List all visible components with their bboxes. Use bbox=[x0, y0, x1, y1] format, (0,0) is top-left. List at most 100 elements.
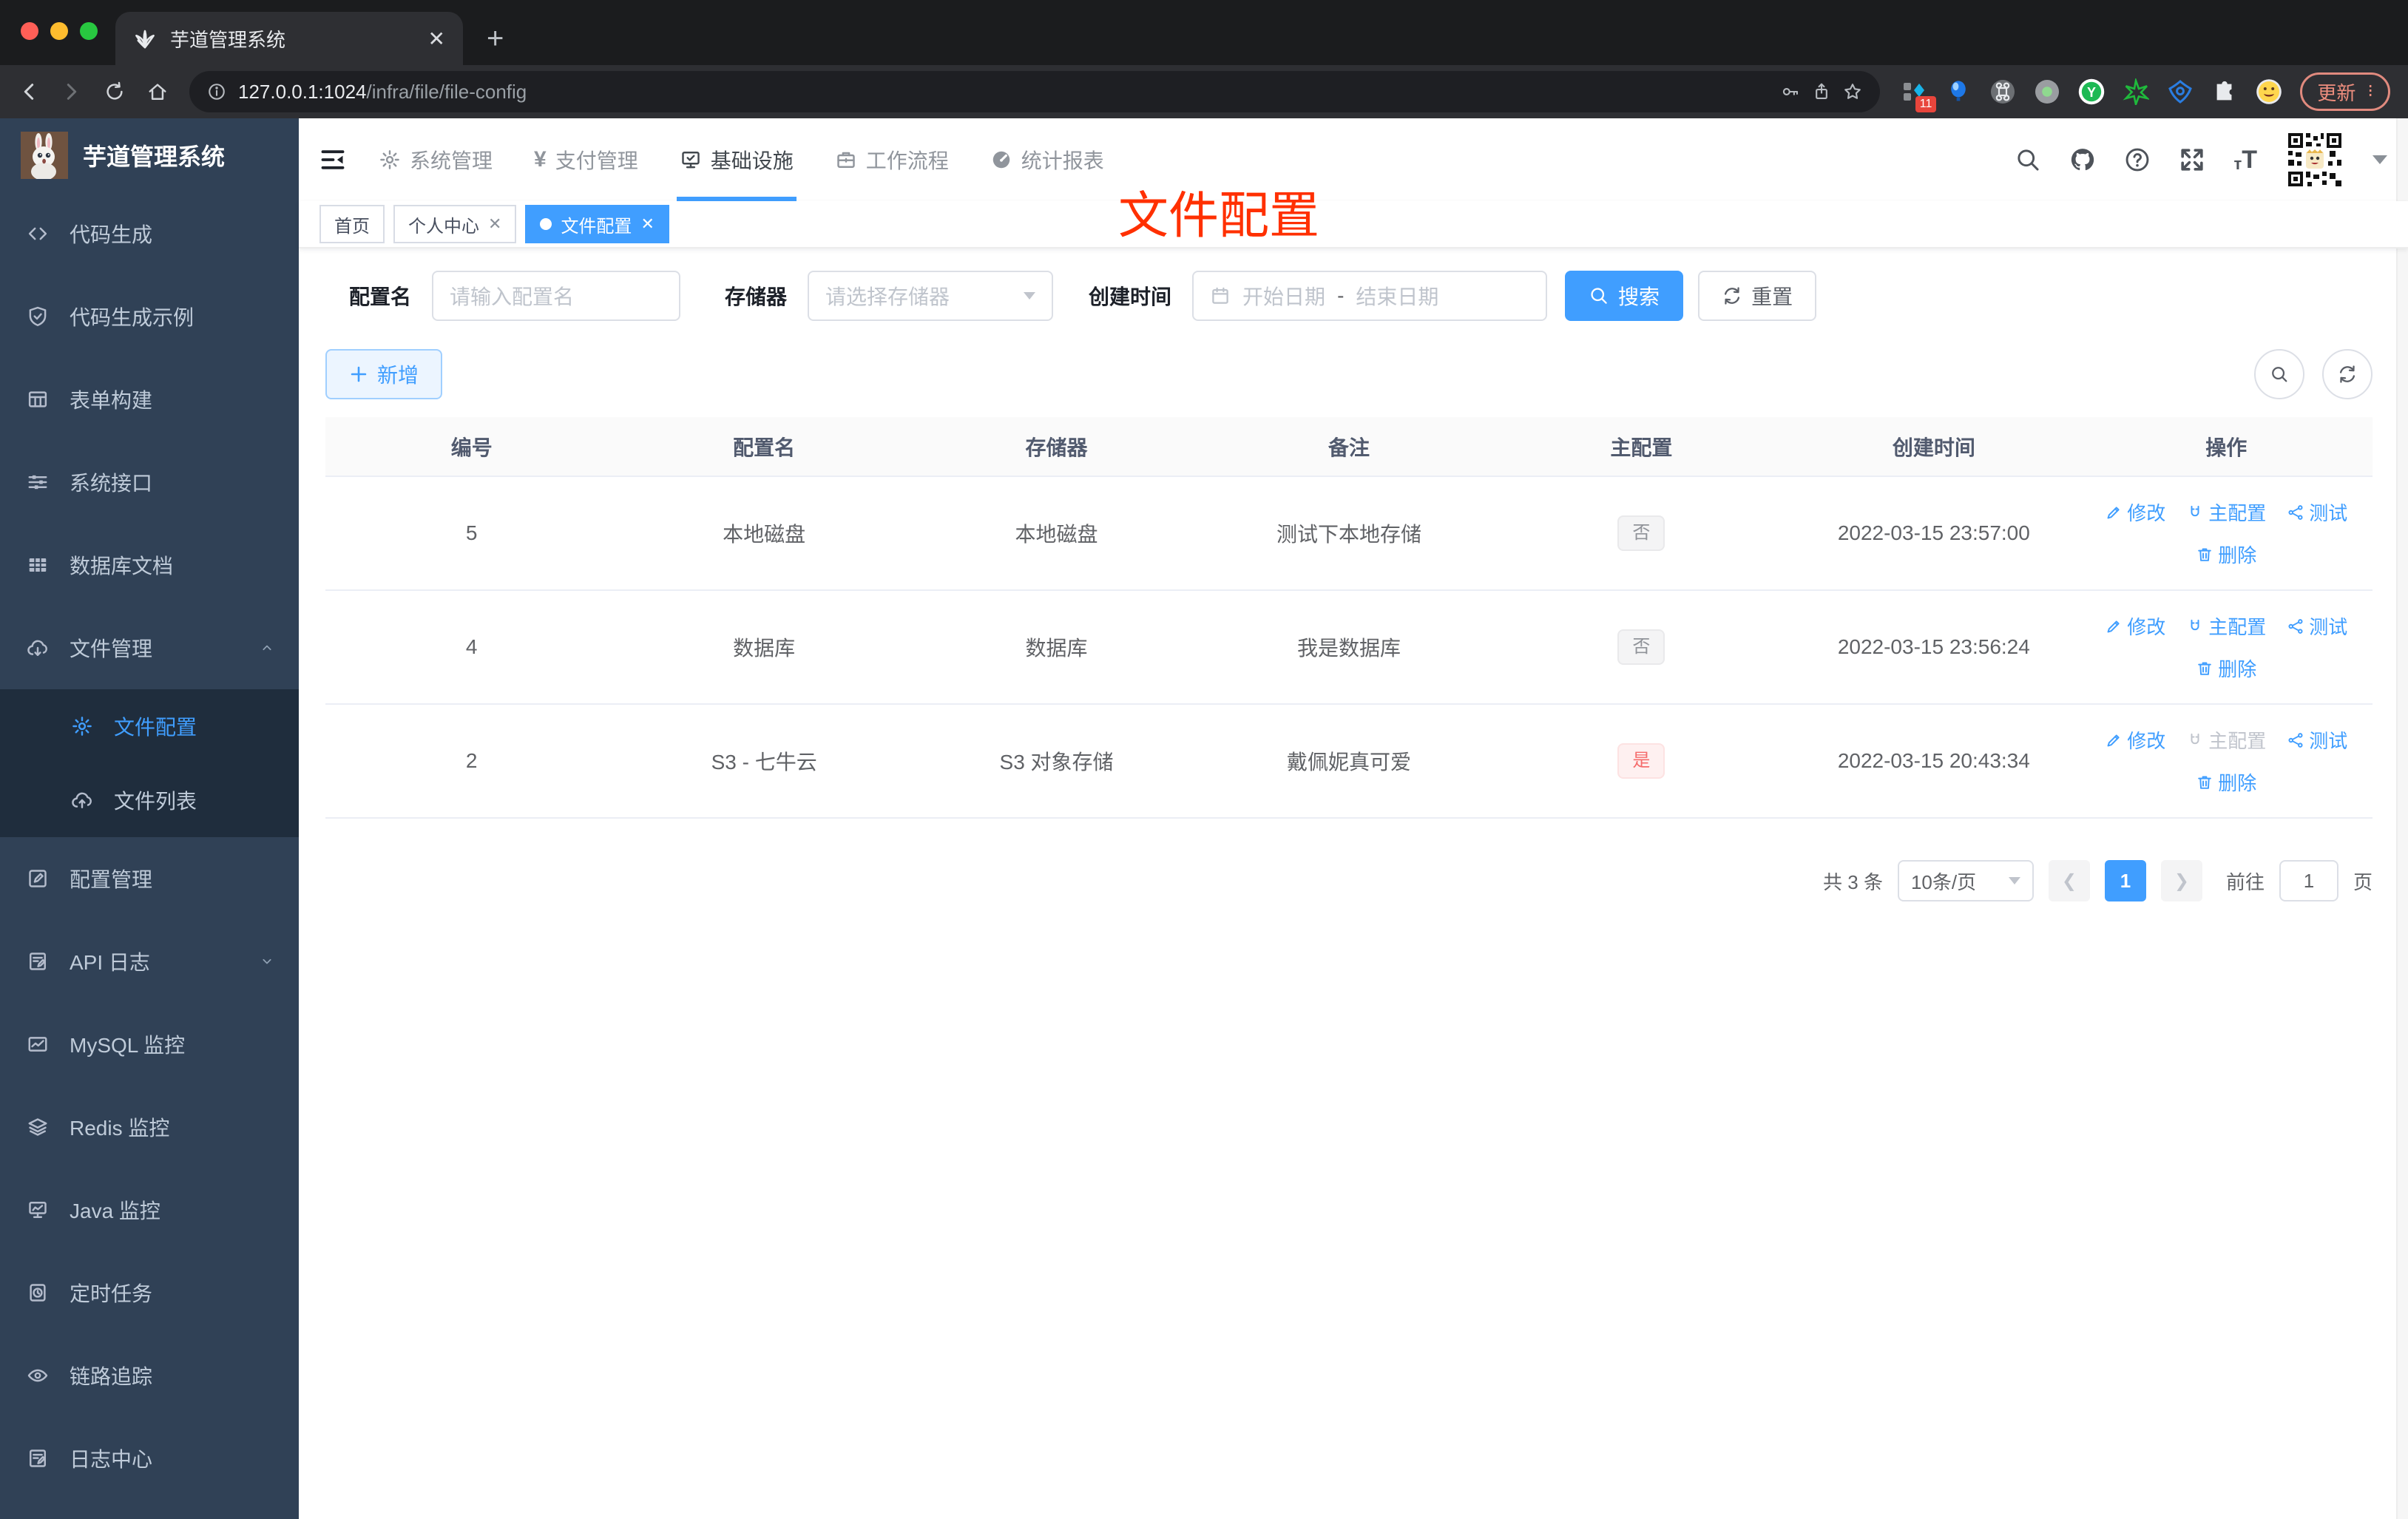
sidebar-item-label: 数据库文档 bbox=[70, 555, 174, 578]
sidebar-item[interactable]: 定时任务 bbox=[0, 1251, 299, 1334]
sidebar-item[interactable]: 表单构建 bbox=[0, 358, 299, 441]
sidebar-item[interactable]: 配置管理 bbox=[0, 837, 299, 920]
topnav-item[interactable]: 统计报表 bbox=[970, 118, 1125, 201]
y-ext-icon[interactable]: Y bbox=[2078, 78, 2105, 105]
star-ext-icon[interactable] bbox=[2123, 78, 2150, 105]
puzzle-ext-icon[interactable] bbox=[2211, 78, 2238, 105]
topnav-item[interactable]: 工作流程 bbox=[814, 118, 970, 201]
master-status-badge: 是 bbox=[1617, 743, 1665, 779]
sidebar-item-label: Redis 监控 bbox=[70, 1117, 170, 1140]
table-row: 5 本地磁盘 本地磁盘 测试下本地存储否 2022-03-15 23:57:00 修改 主配… bbox=[325, 476, 2373, 591]
sidebar-item[interactable]: 数据库文档 bbox=[0, 524, 299, 606]
tag-close-icon[interactable]: ✕ bbox=[640, 214, 654, 234]
sidebar-item[interactable]: API 日志 bbox=[0, 920, 299, 1003]
sidebar-item[interactable]: MySQL 监控 bbox=[0, 1003, 299, 1086]
browser-tab[interactable]: 芋道管理系统 ✕ bbox=[115, 12, 463, 65]
action-magnet-link[interactable]: 主配置 bbox=[2186, 498, 2266, 526]
sidebar-subitem[interactable]: 文件配置 bbox=[0, 689, 299, 763]
forward-icon[interactable] bbox=[61, 81, 83, 103]
sidebar-item[interactable]: Redis 监控 bbox=[0, 1086, 299, 1168]
sidebar-collapse-icon[interactable] bbox=[319, 146, 346, 173]
scrollbar[interactable] bbox=[2396, 118, 2408, 1519]
github-icon[interactable] bbox=[2069, 146, 2096, 173]
tag-view[interactable]: 文件配置 ✕ bbox=[525, 205, 669, 243]
search-icon[interactable] bbox=[2015, 146, 2041, 173]
bookmark-star-icon[interactable] bbox=[1843, 82, 1862, 101]
share-nodes-icon bbox=[2287, 731, 2304, 749]
action-pencil-link[interactable]: 修改 bbox=[2105, 726, 2165, 754]
action-trash-link[interactable]: 删除 bbox=[2196, 541, 2256, 568]
emoji-ext-icon[interactable] bbox=[2256, 78, 2282, 105]
next-page-button[interactable]: ❯ bbox=[2160, 860, 2202, 901]
topnav-item[interactable]: 系统管理 bbox=[358, 118, 513, 201]
user-dropdown-caret-icon[interactable] bbox=[2373, 155, 2387, 164]
sidebar-item-label: API 日志 bbox=[70, 951, 150, 974]
action-magnet-link[interactable]: 主配置 bbox=[2186, 726, 2266, 754]
sidebar-item[interactable]: Java 监控 bbox=[0, 1168, 299, 1251]
log-edit-icon bbox=[27, 1447, 49, 1469]
sidebar-subitem[interactable]: 文件列表 bbox=[0, 763, 299, 837]
page-size-select[interactable]: 10条/页 bbox=[1897, 860, 2034, 901]
tag-view[interactable]: 个人中心 ✕ bbox=[393, 205, 517, 243]
help-icon[interactable] bbox=[2124, 146, 2151, 173]
action-trash-link[interactable]: 删除 bbox=[2196, 768, 2256, 796]
tag-close-icon[interactable]: ✕ bbox=[488, 214, 501, 234]
table-search-toggle-button[interactable] bbox=[2254, 349, 2304, 399]
pencil-icon bbox=[2105, 731, 2123, 749]
tag-view[interactable]: 首页 bbox=[319, 205, 385, 243]
action-pencil-link[interactable]: 修改 bbox=[2105, 498, 2165, 526]
date-range-picker[interactable]: 开始日期 - 结束日期 bbox=[1192, 271, 1548, 321]
target-ext-icon[interactable] bbox=[2167, 78, 2194, 105]
browser-menu-icon[interactable]: ⁝ bbox=[2367, 83, 2373, 101]
add-button[interactable]: 新增 bbox=[325, 349, 443, 399]
user-avatar-qr[interactable] bbox=[2285, 130, 2344, 189]
topnav-item[interactable]: 基础设施 bbox=[659, 118, 814, 201]
browser-update-button[interactable]: 更新 ⁝ bbox=[2300, 72, 2390, 111]
minimize-window-button[interactable] bbox=[50, 22, 68, 40]
command-ext-icon[interactable] bbox=[1989, 78, 2016, 105]
cell-name: S3 - 七牛云 bbox=[618, 704, 910, 819]
sidebar-item[interactable]: 系统接口 bbox=[0, 441, 299, 524]
home-icon[interactable] bbox=[146, 81, 169, 103]
table-refresh-button[interactable] bbox=[2322, 349, 2373, 399]
balloon-ext-icon[interactable] bbox=[1945, 78, 1972, 105]
url-bar[interactable]: 127.0.0.1:1024/infra/file/file-config bbox=[189, 71, 1881, 112]
action-share-nodes-link[interactable]: 测试 bbox=[2287, 498, 2347, 526]
cell-master: 是 bbox=[1495, 704, 1788, 819]
sidebar-item[interactable]: 代码生成 bbox=[0, 192, 299, 275]
action-share-nodes-link[interactable]: 测试 bbox=[2287, 612, 2347, 640]
site-info-icon[interactable] bbox=[207, 82, 226, 101]
panel-ext-icon[interactable]: 11 bbox=[1901, 78, 1937, 112]
action-magnet-link[interactable]: 主配置 bbox=[2186, 612, 2266, 640]
sidebar-item[interactable]: 代码生成示例 bbox=[0, 275, 299, 358]
search-button[interactable]: 搜索 bbox=[1565, 271, 1684, 321]
sidebar-item[interactable]: 文件管理 bbox=[0, 606, 299, 689]
tab-close-icon[interactable]: ✕ bbox=[428, 27, 445, 51]
prev-page-button[interactable]: ❮ bbox=[2048, 860, 2090, 901]
window-controls[interactable] bbox=[21, 22, 98, 40]
page-number-current[interactable]: 1 bbox=[2104, 860, 2146, 901]
config-name-input[interactable]: 请输入配置名 bbox=[432, 271, 681, 321]
new-tab-button[interactable]: + bbox=[487, 24, 504, 53]
password-key-icon[interactable] bbox=[1781, 82, 1800, 101]
font-size-icon[interactable]: тT bbox=[2233, 147, 2257, 172]
reload-icon[interactable] bbox=[104, 81, 126, 103]
record-ext-icon[interactable] bbox=[2034, 78, 2060, 105]
action-share-nodes-link[interactable]: 测试 bbox=[2287, 726, 2347, 754]
maximize-window-button[interactable] bbox=[80, 22, 98, 40]
action-pencil-link[interactable]: 修改 bbox=[2105, 612, 2165, 640]
sidebar-item[interactable]: 日志中心 bbox=[0, 1417, 299, 1500]
storage-select[interactable]: 请选择存储器 bbox=[808, 271, 1054, 321]
app-logo[interactable]: 芋道管理系统 bbox=[0, 118, 299, 192]
sidebar-item[interactable]: 链路追踪 bbox=[0, 1334, 299, 1417]
topnav-item[interactable]: ¥ 支付管理 bbox=[513, 118, 659, 201]
goto-page-input[interactable]: 1 bbox=[2279, 860, 2338, 901]
action-trash-link[interactable]: 删除 bbox=[2196, 654, 2256, 682]
cell-actions: 修改 主配置 测试删除 bbox=[2080, 704, 2373, 819]
back-icon[interactable] bbox=[18, 81, 40, 103]
reset-button[interactable]: 重置 bbox=[1698, 271, 1817, 321]
fullscreen-icon[interactable] bbox=[2179, 146, 2205, 173]
share-icon[interactable] bbox=[1812, 82, 1831, 101]
close-window-button[interactable] bbox=[21, 22, 38, 40]
total-count: 共 3 条 bbox=[1823, 870, 1883, 893]
